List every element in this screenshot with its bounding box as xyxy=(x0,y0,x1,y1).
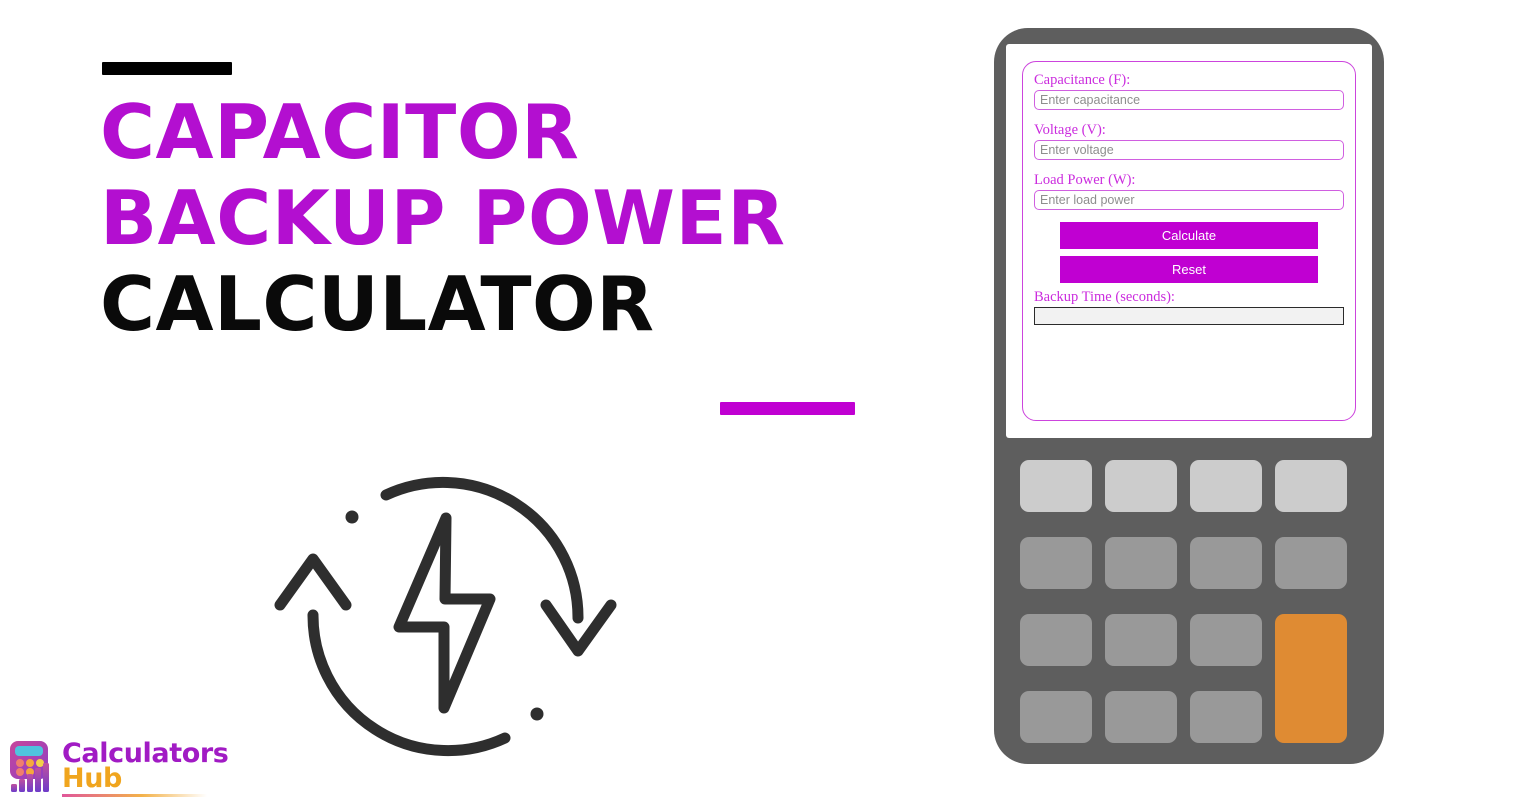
reset-button[interactable]: Reset xyxy=(1060,256,1318,283)
capacitance-label: Capacitance (F): xyxy=(1034,72,1131,88)
hero-panel: CAPACITOR BACKUP POWER CALCULATOR Calcul… xyxy=(0,0,960,800)
voltage-input[interactable] xyxy=(1034,140,1344,160)
calc-key[interactable] xyxy=(1105,691,1177,743)
calc-key[interactable] xyxy=(1275,537,1347,589)
backup-time-label: Backup Time (seconds): xyxy=(1034,289,1175,305)
lightning-bolt-refresh-cycle-icon xyxy=(258,455,638,770)
calc-key[interactable] xyxy=(1105,460,1177,512)
logo-word-hub: Hub xyxy=(62,763,122,794)
capacitance-input[interactable] xyxy=(1034,90,1344,110)
calculators-hub-logo[interactable]: Calculators Hub xyxy=(6,738,229,797)
page-title-line-3: CALCULATOR xyxy=(100,260,655,348)
calc-key[interactable] xyxy=(1020,614,1092,666)
page-title-line-2: BACKUP POWER xyxy=(100,174,786,262)
load-power-input[interactable] xyxy=(1034,190,1344,210)
calculator-bar-chart-logo-icon xyxy=(6,738,58,794)
load-power-label: Load Power (W): xyxy=(1034,172,1136,188)
page-title-line-1: CAPACITOR xyxy=(100,88,580,176)
calc-key[interactable] xyxy=(1275,460,1347,512)
calc-key[interactable] xyxy=(1105,537,1177,589)
page-title: CAPACITOR BACKUP POWER CALCULATOR xyxy=(100,62,920,415)
calc-key[interactable] xyxy=(1190,691,1262,743)
logo-wordmark: Calculators Hub xyxy=(62,738,229,797)
calc-key[interactable] xyxy=(1105,614,1177,666)
calculate-button[interactable]: Calculate xyxy=(1060,222,1318,249)
title-accent-bar-top xyxy=(102,62,232,75)
calc-key[interactable] xyxy=(1020,691,1092,743)
calc-key[interactable] xyxy=(1020,537,1092,589)
calculator-keypad xyxy=(1020,460,1358,743)
voltage-label: Voltage (V): xyxy=(1034,122,1106,138)
calc-key[interactable] xyxy=(1190,614,1262,666)
calc-key[interactable] xyxy=(1190,537,1262,589)
calculator-screen: Capacitance (F): Voltage (V): Load Power… xyxy=(1006,44,1372,438)
logo-underline xyxy=(62,794,207,797)
title-accent-bar-bottom xyxy=(720,402,855,415)
backup-time-result-input[interactable] xyxy=(1034,307,1344,325)
calculator-device: Capacitance (F): Voltage (V): Load Power… xyxy=(994,28,1384,764)
calc-key-equals[interactable] xyxy=(1275,614,1347,743)
calc-key[interactable] xyxy=(1190,460,1262,512)
calc-key[interactable] xyxy=(1020,460,1092,512)
capacitor-backup-power-form: Capacitance (F): Voltage (V): Load Power… xyxy=(1022,61,1356,421)
